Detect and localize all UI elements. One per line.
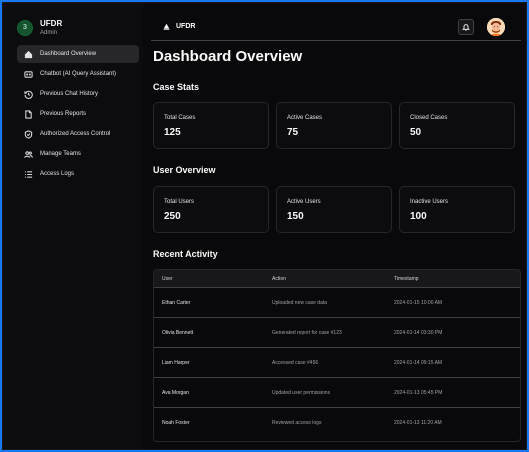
sidebar-item-label: Access Logs bbox=[40, 171, 75, 177]
column-header-action: Action bbox=[272, 275, 286, 282]
cell-user: Noah Foster bbox=[162, 420, 190, 426]
sidebar-item-previous-reports[interactable]: Previous Reports bbox=[17, 105, 139, 123]
chatbot-icon bbox=[23, 69, 33, 79]
stat-card-total-users: Total Users 250 bbox=[153, 186, 269, 233]
column-header-timestamp: Timestamp bbox=[394, 275, 419, 282]
case-stats-heading: Case Stats bbox=[153, 82, 200, 92]
table-header: User Action Timestamp bbox=[154, 270, 520, 288]
table-row: Noah Foster Reviewed access logs 2024-01… bbox=[154, 408, 520, 438]
bell-icon bbox=[462, 24, 470, 31]
app-title: UFDR bbox=[40, 19, 63, 28]
cell-timestamp: 2024-01-13 05:45 PM bbox=[394, 389, 443, 396]
app-window: 3 UFDR Admin Dashboard Overview Chatbot … bbox=[2, 2, 527, 450]
sidebar-header: 3 UFDR Admin bbox=[17, 19, 62, 36]
document-icon bbox=[23, 109, 33, 119]
recent-activity-heading: Recent Activity bbox=[153, 249, 218, 259]
cell-action: Generated report for case #123 bbox=[272, 329, 342, 336]
cell-timestamp: 2024-01-13 11:20 AM bbox=[394, 420, 442, 426]
top-bar: UFDR bbox=[151, 13, 521, 41]
stat-value: 125 bbox=[164, 127, 181, 138]
history-icon bbox=[23, 89, 33, 99]
cell-timestamp: 2024-01-14 09:15 AM bbox=[394, 359, 443, 366]
sidebar-item-chatbot[interactable]: Chatbot (AI Query Assistant) bbox=[17, 65, 139, 83]
team-icon bbox=[23, 149, 33, 159]
sidebar-nav: Dashboard Overview Chatbot (AI Query Ass… bbox=[17, 45, 139, 185]
top-brand-label: UFDR bbox=[176, 23, 196, 30]
sidebar: 3 UFDR Admin Dashboard Overview Chatbot … bbox=[3, 3, 143, 449]
stat-value: 150 bbox=[287, 211, 304, 222]
stat-label: Total Users bbox=[164, 199, 195, 205]
stat-card-total-cases: Total Cases 125 bbox=[153, 102, 269, 149]
stat-label: Active Cases bbox=[287, 115, 323, 121]
recent-activity-table: User Action Timestamp Ethan Carter Uploa… bbox=[153, 269, 521, 442]
column-header-user: User bbox=[162, 275, 173, 282]
sidebar-item-access-logs[interactable]: Access Logs bbox=[17, 165, 139, 183]
list-icon bbox=[23, 169, 33, 179]
stat-label: Inactive Users bbox=[410, 199, 449, 205]
stat-value: 100 bbox=[410, 211, 427, 222]
cell-user: Ethan Carter bbox=[162, 299, 191, 306]
stat-label: Active Users bbox=[287, 199, 321, 205]
brand-logo-icon bbox=[163, 23, 170, 30]
sidebar-item-label: Previous Chat History bbox=[40, 91, 99, 97]
cell-timestamp: 2024-01-14 03:30 PM bbox=[394, 329, 443, 336]
shield-icon bbox=[23, 129, 33, 139]
sidebar-item-manage-teams[interactable]: Manage Teams bbox=[17, 145, 139, 163]
app-logo: 3 bbox=[17, 19, 33, 36]
sidebar-item-label: Authorized Access Control bbox=[40, 131, 111, 137]
cell-timestamp: 2024-01-15 10:00 AM bbox=[394, 299, 443, 306]
cell-action: Updated user permissions bbox=[272, 389, 331, 396]
table-row: Ethan Carter Uploaded new case data 2024… bbox=[154, 288, 520, 318]
cell-action: Reviewed access logs bbox=[272, 420, 322, 426]
sidebar-item-dashboard-overview[interactable]: Dashboard Overview bbox=[17, 45, 139, 63]
stat-card-closed-cases: Closed Cases 50 bbox=[399, 102, 515, 149]
stat-value: 50 bbox=[410, 127, 422, 138]
notifications-button[interactable] bbox=[458, 19, 474, 35]
sidebar-item-label: Manage Teams bbox=[40, 151, 81, 157]
table-row: Liam Harper Accessed case #456 2024-01-1… bbox=[154, 348, 520, 378]
home-icon bbox=[23, 49, 33, 59]
sidebar-item-label: Chatbot (AI Query Assistant) bbox=[40, 71, 117, 77]
top-brand[interactable]: UFDR bbox=[163, 23, 195, 30]
avatar[interactable] bbox=[487, 18, 505, 36]
stat-label: Closed Cases bbox=[410, 115, 448, 121]
stat-card-active-users: Active Users 150 bbox=[276, 186, 392, 233]
cell-action: Accessed case #456 bbox=[272, 359, 319, 366]
page-title: Dashboard Overview bbox=[153, 48, 303, 65]
table-row: Ava Morgan Updated user permissions 2024… bbox=[154, 378, 520, 408]
sidebar-item-label: Previous Reports bbox=[40, 111, 87, 117]
cell-user: Ava Morgan bbox=[162, 389, 189, 396]
stat-card-inactive-users: Inactive Users 100 bbox=[399, 186, 515, 233]
cell-action: Uploaded new case data bbox=[272, 299, 328, 306]
user-role: Admin bbox=[40, 30, 58, 36]
stat-card-active-cases: Active Cases 75 bbox=[276, 102, 392, 149]
stat-value: 75 bbox=[287, 127, 299, 138]
stat-value: 250 bbox=[164, 211, 181, 222]
sidebar-item-access-control[interactable]: Authorized Access Control bbox=[17, 125, 139, 143]
cell-user: Liam Harper bbox=[162, 359, 190, 366]
sidebar-item-label: Dashboard Overview bbox=[40, 51, 97, 57]
sidebar-item-chat-history[interactable]: Previous Chat History bbox=[17, 85, 139, 103]
cell-user: Olivia Bennett bbox=[162, 329, 194, 336]
user-avatar-icon bbox=[487, 18, 505, 36]
user-overview-heading: User Overview bbox=[153, 165, 216, 175]
table-row: Olivia Bennett Generated report for case… bbox=[154, 318, 520, 348]
stat-label: Total Cases bbox=[164, 115, 196, 121]
